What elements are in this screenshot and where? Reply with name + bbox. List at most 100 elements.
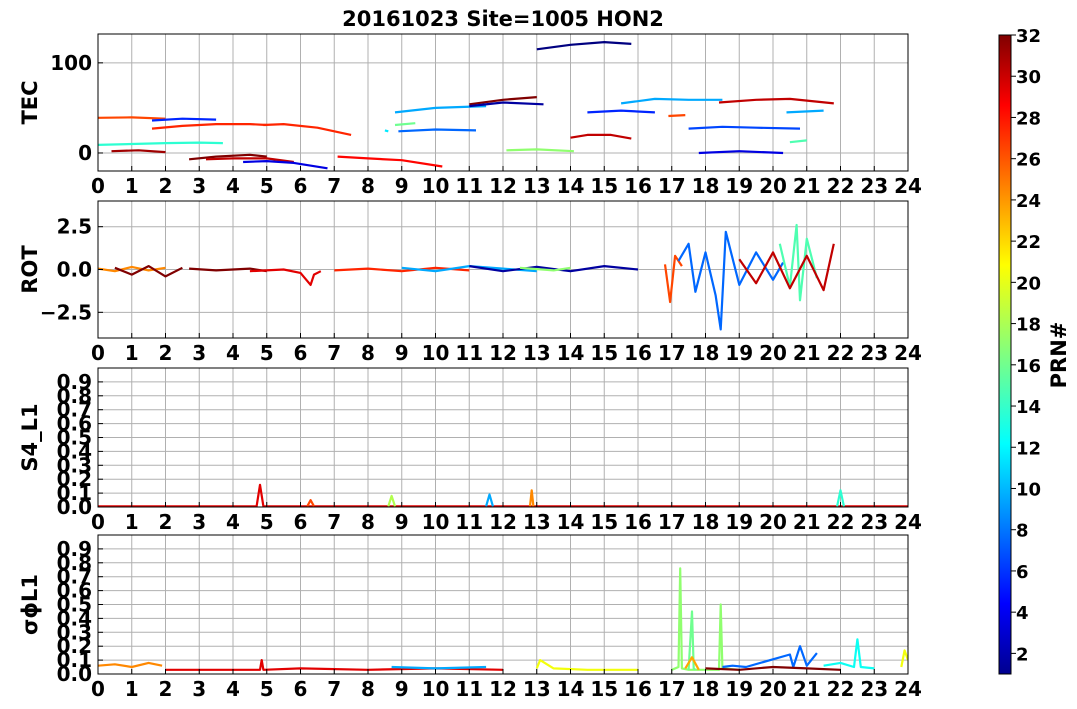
- x-tick-label: 21: [793, 341, 821, 365]
- x-tick-label: 16: [624, 510, 652, 534]
- colorbar-tick-label: 16: [1016, 356, 1041, 377]
- series-line-prn-13: [823, 638, 875, 670]
- x-tick-label: 23: [860, 510, 888, 534]
- y-tick-label: 0: [78, 141, 92, 165]
- x-tick-label: 17: [658, 341, 686, 365]
- x-tick-label: 11: [455, 677, 483, 701]
- x-tick-label: 1: [125, 174, 139, 198]
- series-group: [98, 40, 834, 170]
- colorbar-label: PRN#: [1047, 322, 1071, 389]
- x-tick-label: 3: [192, 341, 206, 365]
- x-tick-label: 13: [523, 677, 551, 701]
- colorbar-tick-label: 26: [1016, 150, 1041, 171]
- colorbar-gradient: [998, 34, 1012, 675]
- x-tick-label: 23: [860, 174, 888, 198]
- series-line-prn-8: [722, 645, 818, 669]
- x-tick-label: 10: [422, 174, 450, 198]
- x-tick-label: 16: [624, 341, 652, 365]
- x-tick-label: 19: [725, 174, 753, 198]
- x-tick-label: 13: [523, 510, 551, 534]
- x-tick-label: 14: [557, 677, 585, 701]
- y-axis-label: σϕL1: [18, 574, 42, 635]
- x-tick-label: 6: [294, 510, 308, 534]
- x-tick-label: 18: [692, 677, 720, 701]
- series-line-prn-18: [387, 494, 397, 507]
- x-tick-label: 13: [523, 174, 551, 198]
- x-tick-label: 16: [624, 677, 652, 701]
- x-tick-label: 15: [590, 174, 618, 198]
- x-tick-label: 14: [557, 510, 585, 534]
- x-tick-label: 11: [455, 174, 483, 198]
- x-tick-label: 24: [894, 677, 922, 701]
- x-tick-label: 0: [91, 677, 105, 701]
- x-tick-label: 12: [489, 341, 517, 365]
- x-tick-label: 15: [590, 510, 618, 534]
- colorbar-tick-label: 12: [1016, 438, 1041, 459]
- series-line-prn-17: [506, 148, 574, 153]
- x-tick-label: 11: [455, 341, 483, 365]
- x-tick-label: 4: [226, 510, 240, 534]
- colorbar-tick-label: 18: [1016, 315, 1041, 336]
- series-line-prn-23: [684, 656, 700, 671]
- x-tick-label: 6: [294, 677, 308, 701]
- x-tick-label: 0: [91, 174, 105, 198]
- chart-panels: 0 1 2 3 4 5 6 7 8 9 10 11 12 13 14 15 16 17 18 19 20 21 22 23 24…: [18, 33, 922, 701]
- x-tick-label: 10: [422, 510, 450, 534]
- x-tick-label: 17: [658, 677, 686, 701]
- series-line-prn-6: [587, 109, 655, 114]
- series-line-prn-20: [900, 649, 908, 668]
- colorbar-tick-label: 4: [1016, 603, 1029, 624]
- x-tick-label: 8: [361, 510, 375, 534]
- x-tick-label: 19: [725, 510, 753, 534]
- colorbar-tick-label: 2: [1016, 644, 1029, 665]
- x-tick-label: 22: [827, 174, 855, 198]
- x-tick-label: 19: [725, 341, 753, 365]
- x-tick-label: 5: [260, 174, 274, 198]
- y-tick-label: 0.0: [57, 258, 92, 282]
- colorbar: 2468101214161820222426283032 PRN#: [998, 26, 1071, 675]
- series-line-prn-27: [263, 122, 352, 136]
- y-axis-label: TEC: [18, 80, 42, 124]
- x-tick-label: 3: [192, 174, 206, 198]
- x-tick-label: 11: [455, 510, 483, 534]
- x-tick-label: 1: [125, 341, 139, 365]
- x-tick-label: 18: [692, 174, 720, 198]
- x-tick-label: 23: [860, 341, 888, 365]
- series-line-prn-20: [535, 658, 638, 671]
- panel-rot: 0 1 2 3 4 5 6 7 8 9 10 11 12 13 14 15 16 17 18 19 20 21 22 23 24…: [18, 200, 922, 365]
- x-tick-label: 14: [557, 341, 585, 365]
- x-tick-label: 5: [260, 510, 274, 534]
- x-tick-label: 17: [658, 510, 686, 534]
- x-tick-label: 15: [590, 677, 618, 701]
- series-line-prn-30: [718, 97, 834, 105]
- colorbar-ticks: 2468101214161820222426283032: [1011, 26, 1041, 665]
- x-tick-label: 18: [692, 510, 720, 534]
- x-tick-label: 22: [827, 510, 855, 534]
- y-tick-label: 0.9: [57, 537, 92, 561]
- series-line-prn-27: [151, 122, 267, 130]
- x-tick-label: 7: [327, 510, 341, 534]
- x-tick-label: 9: [395, 341, 409, 365]
- x-tick-label: 24: [894, 174, 922, 198]
- x-tick-label: 9: [395, 677, 409, 701]
- x-tick-label: 10: [422, 677, 450, 701]
- x-tick-label: 2: [159, 174, 173, 198]
- panel-s4-l1: 0 1 2 3 4 5 6 7 8 9 10 11 12 13 14 15 16 17 18 19 20 21 22 23 24…: [18, 367, 922, 534]
- x-tick-label: 22: [827, 677, 855, 701]
- x-tick-label: 8: [361, 174, 375, 198]
- colorbar-tick-label: 30: [1016, 67, 1041, 88]
- series-line-prn-16: [394, 122, 416, 127]
- series-line-prn-31: [111, 149, 166, 154]
- x-tick-label: 20: [759, 510, 787, 534]
- y-tick-label: 0.9: [57, 370, 92, 394]
- x-tick-label: 2: [159, 341, 173, 365]
- colorbar-tick-label: 10: [1016, 479, 1041, 500]
- series-line-prn-10: [394, 105, 487, 114]
- x-tick-label: 24: [894, 510, 922, 534]
- series-line-prn-1: [536, 40, 632, 51]
- x-tick-label: 21: [793, 174, 821, 198]
- series-line-prn-26: [663, 254, 683, 304]
- y-axis-label: S4_L1: [18, 403, 42, 471]
- series-line-prn-10: [485, 493, 494, 507]
- figure-title: 20161023 Site=1005 HON2: [342, 7, 664, 31]
